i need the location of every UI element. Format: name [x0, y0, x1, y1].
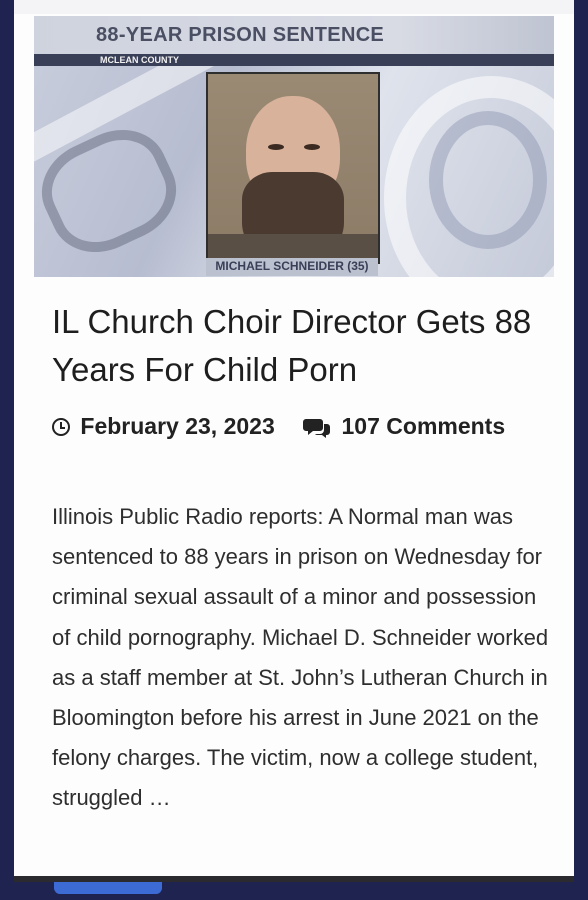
article-image[interactable]: 88-YEAR PRISON SENTENCE MCLEAN COUNTY MI…: [34, 16, 554, 277]
bottom-bar: [14, 876, 574, 900]
comments-icon[interactable]: [303, 416, 331, 438]
read-more-button[interactable]: [54, 882, 162, 894]
article-headline[interactable]: IL Church Choir Director Gets 88 Years F…: [52, 298, 562, 394]
ring-graphic-inner: [429, 111, 547, 249]
banner-title-text: 88-YEAR PRISON SENTENCE: [96, 24, 385, 46]
article-date: February 23, 2023: [80, 413, 275, 440]
clock-icon: [52, 417, 70, 436]
comments-count-link[interactable]: 107 Comments: [342, 413, 506, 440]
image-banner-title: 88-YEAR PRISON SENTENCE: [34, 16, 554, 54]
mugshot-caption: MICHAEL SCHNEIDER (35): [206, 258, 378, 276]
image-banner-subtitle: MCLEAN COUNTY: [34, 54, 554, 66]
article-meta: February 23, 2023 107 Comments: [52, 412, 505, 442]
article-excerpt: Illinois Public Radio reports: A Normal …: [52, 504, 549, 811]
frame-left: [0, 0, 14, 900]
article-card: 88-YEAR PRISON SENTENCE MCLEAN COUNTY MI…: [14, 0, 574, 876]
caption-text: MICHAEL SCHNEIDER (35): [215, 259, 369, 273]
card-top-strip: [14, 0, 574, 14]
banner-subtitle-text: MCLEAN COUNTY: [100, 55, 179, 65]
mugshot-photo: [206, 72, 380, 264]
frame-right: [574, 0, 588, 900]
